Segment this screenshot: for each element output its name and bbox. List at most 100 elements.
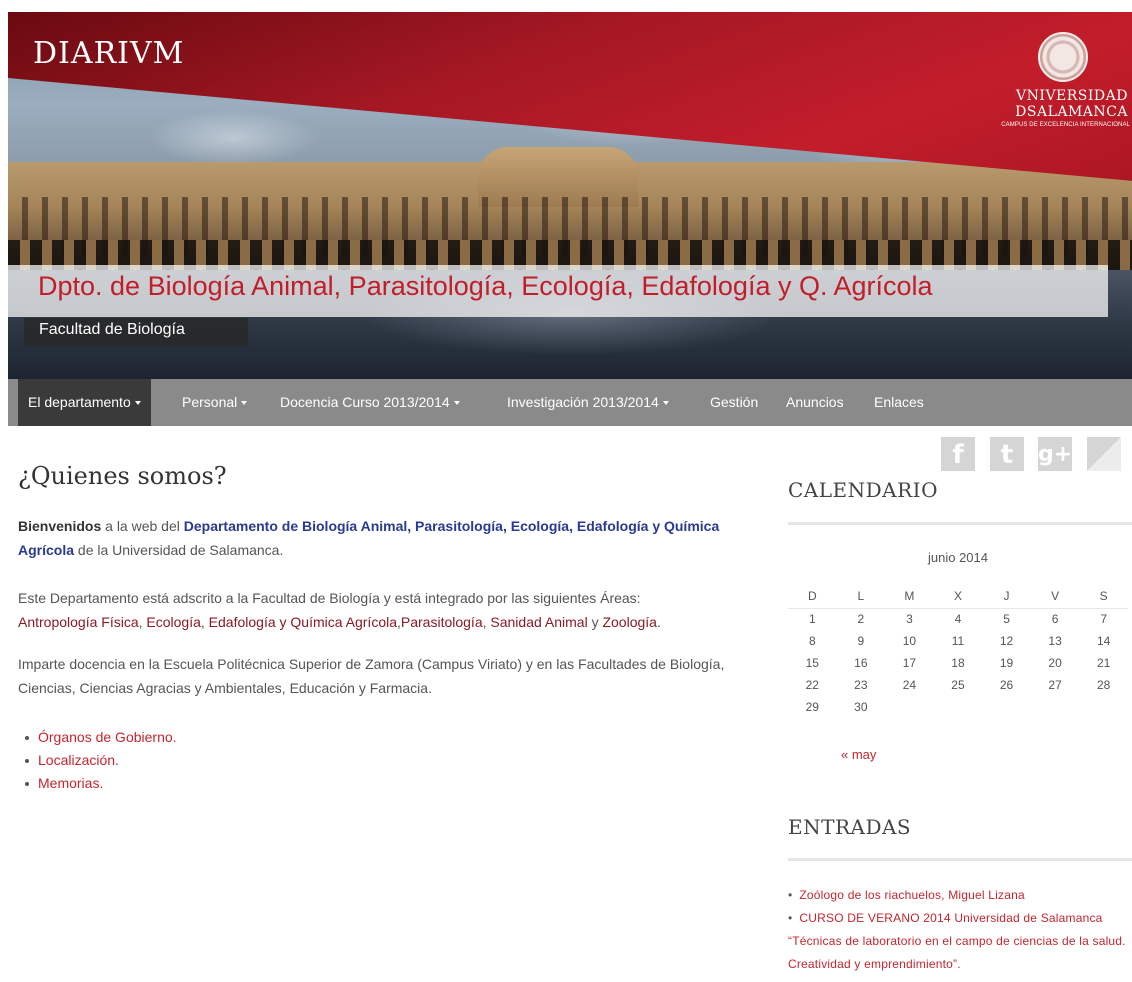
calendar-day: 8 bbox=[808, 634, 816, 648]
calendar-day: 26 bbox=[999, 678, 1014, 692]
calendar-day: 30 bbox=[854, 700, 868, 714]
intro-text-end: de la Universidad de Salamanca. bbox=[74, 542, 284, 558]
calendar-heading: CALENDARIO bbox=[788, 478, 938, 502]
calendar-table: D L M X J V S 1 2 3 4 5 6 7 8 9 10 11 12… bbox=[788, 584, 1128, 718]
main-navigation: El departamento Personal Docencia Curso … bbox=[8, 379, 1132, 426]
weekday-header: M bbox=[885, 584, 934, 609]
nav-item-docencia[interactable]: Docencia Curso 2013/2014 bbox=[270, 379, 470, 426]
calendar-day: 18 bbox=[951, 656, 965, 670]
teaching-paragraph: Imparte docencia en la Escuela Politécni… bbox=[18, 656, 725, 696]
calendar-day: 12 bbox=[999, 634, 1014, 648]
calendar-day: 19 bbox=[999, 656, 1014, 670]
calendar-week-row: 8 9 10 11 12 13 14 bbox=[788, 630, 1128, 652]
nav-item-el-departamento[interactable]: El departamento bbox=[18, 379, 151, 426]
entry-link[interactable]: CURSO DE VERANO 2014 Universidad de Sala… bbox=[788, 911, 1126, 971]
university-tagline: CAMPUS DE EXCELENCIA INTERNACIONAL bbox=[1001, 122, 1130, 128]
calendar-day: 23 bbox=[854, 678, 868, 692]
calendar-day: 27 bbox=[1048, 678, 1062, 692]
area-link-sanidad-animal[interactable]: Sanidad Animal bbox=[490, 614, 587, 630]
recent-entries-list: • Zoólogo de los riachuelos, Miguel Lizan… bbox=[788, 884, 1132, 976]
nav-item-label: Anuncios bbox=[786, 394, 844, 410]
area-link-parasitologia[interactable]: Parasitología bbox=[401, 614, 483, 630]
entry-link[interactable]: Zoólogo de los riachuelos, Miguel Lizana bbox=[799, 888, 1024, 902]
nav-item-label: Investigación 2013/2014 bbox=[507, 394, 659, 410]
entry-item: • CURSO DE VERANO 2014 Universidad de Sal… bbox=[788, 907, 1132, 976]
intro-text: a la web del bbox=[101, 518, 184, 534]
bullet-icon: • bbox=[788, 888, 793, 902]
separator: y bbox=[587, 614, 603, 630]
weekday-header: L bbox=[836, 584, 886, 609]
calendar-day: 11 bbox=[951, 634, 965, 648]
facebook-icon[interactable]: f bbox=[941, 437, 975, 471]
link-organos-gobierno[interactable]: Órganos de Gobierno. bbox=[25, 726, 177, 749]
weekday-header: V bbox=[1030, 584, 1080, 609]
nav-item-label: El departamento bbox=[28, 394, 131, 410]
chevron-down-icon bbox=[662, 401, 669, 406]
nav-item-label: Gestión bbox=[710, 394, 759, 410]
weekday-header: X bbox=[933, 584, 983, 609]
calendar-day: 15 bbox=[805, 656, 819, 670]
nav-item-label: Personal bbox=[182, 394, 238, 410]
weekday-header: S bbox=[1079, 584, 1128, 609]
site-logo[interactable]: DIARIVM bbox=[33, 36, 184, 71]
page-title: ¿Quienes somos? bbox=[18, 462, 227, 490]
calendar-day: 17 bbox=[902, 656, 917, 670]
university-name-line1: VNIVERSIDAD bbox=[1016, 88, 1128, 104]
calendar-prev-month-link[interactable]: « may bbox=[841, 747, 876, 762]
calendar-day: 5 bbox=[1003, 612, 1010, 627]
site-header: DIARIVM VNIVERSIDAD DSALAMANCA CAMPUS DE… bbox=[8, 12, 1132, 379]
calendar-day: 7 bbox=[1100, 612, 1108, 627]
calendar-day: 28 bbox=[1097, 678, 1111, 692]
calendar-week-row: 15 16 17 18 19 20 21 bbox=[788, 652, 1128, 674]
calendar-day: 13 bbox=[1048, 634, 1062, 648]
calendar-day: 1 bbox=[808, 612, 816, 627]
calendar-day bbox=[1079, 696, 1128, 718]
area-link-ecologia[interactable]: Ecología bbox=[146, 614, 200, 630]
chevron-down-icon bbox=[134, 401, 141, 406]
rss-icon[interactable] bbox=[1087, 437, 1121, 471]
calendar-day bbox=[982, 696, 1031, 718]
calendar-week-row: 1 2 3 4 5 6 7 bbox=[788, 608, 1128, 630]
nav-item-investigacion[interactable]: Investigación 2013/2014 bbox=[497, 379, 679, 426]
chevron-down-icon bbox=[453, 401, 460, 406]
nav-item-gestion[interactable]: Gestión bbox=[700, 379, 768, 426]
calendar-day: 6 bbox=[1051, 612, 1059, 627]
welcome-text: Bienvenidos bbox=[18, 518, 102, 534]
area-link-antropologia[interactable]: Antropología Física bbox=[18, 614, 139, 630]
weekday-header: J bbox=[982, 584, 1031, 609]
separator: . bbox=[656, 614, 661, 630]
calendar-day: 25 bbox=[951, 678, 965, 692]
chevron-down-icon bbox=[241, 401, 248, 406]
faculty-label: Facultad de Biología bbox=[39, 321, 185, 338]
twitter-icon[interactable]: t bbox=[990, 437, 1024, 471]
link-memorias[interactable]: Memorias. bbox=[25, 772, 177, 795]
calendar-day: 10 bbox=[902, 634, 917, 648]
department-title: Dpto. de Biología Animal, Parasitología,… bbox=[38, 271, 933, 301]
areas-paragraph: Este Departamento está adscrito a la Fac… bbox=[18, 586, 758, 634]
calendar-divider bbox=[788, 522, 1132, 525]
area-link-edafologia[interactable]: Edafología y Química Agrícola bbox=[209, 614, 397, 630]
entries-divider bbox=[788, 858, 1132, 861]
intro-paragraph: Bienvenidos a la web del Departamento de… bbox=[18, 514, 758, 562]
calendar-caption: junio 2014 bbox=[928, 550, 988, 565]
nav-item-anuncios[interactable]: Anuncios bbox=[776, 379, 854, 426]
area-link-zoologia[interactable]: Zoología bbox=[602, 614, 656, 630]
entries-heading: ENTRADAS bbox=[788, 815, 912, 839]
calendar-day: 9 bbox=[857, 634, 865, 648]
google-plus-icon[interactable]: g+ bbox=[1038, 437, 1072, 471]
calendar-day bbox=[934, 696, 983, 718]
calendar-day: 20 bbox=[1048, 656, 1062, 670]
nav-item-label: Docencia Curso 2013/2014 bbox=[280, 394, 450, 410]
nav-item-enlaces[interactable]: Enlaces bbox=[864, 379, 934, 426]
calendar-day: 2 bbox=[857, 612, 865, 627]
areas-intro: Este Departamento está adscrito a la Fac… bbox=[18, 590, 641, 606]
calendar-day: 22 bbox=[805, 678, 819, 692]
calendar-day: 24 bbox=[902, 678, 917, 692]
link-localizacion[interactable]: Localización. bbox=[25, 749, 177, 772]
nav-item-label: Enlaces bbox=[874, 394, 924, 410]
nav-item-personal[interactable]: Personal bbox=[172, 379, 257, 426]
weekday-header: D bbox=[788, 584, 837, 609]
calendar-week-row: 29 30 bbox=[788, 696, 1128, 718]
calendar-weekday-row: D L M X J V S bbox=[788, 584, 1128, 609]
calendar-day: 16 bbox=[854, 656, 868, 670]
